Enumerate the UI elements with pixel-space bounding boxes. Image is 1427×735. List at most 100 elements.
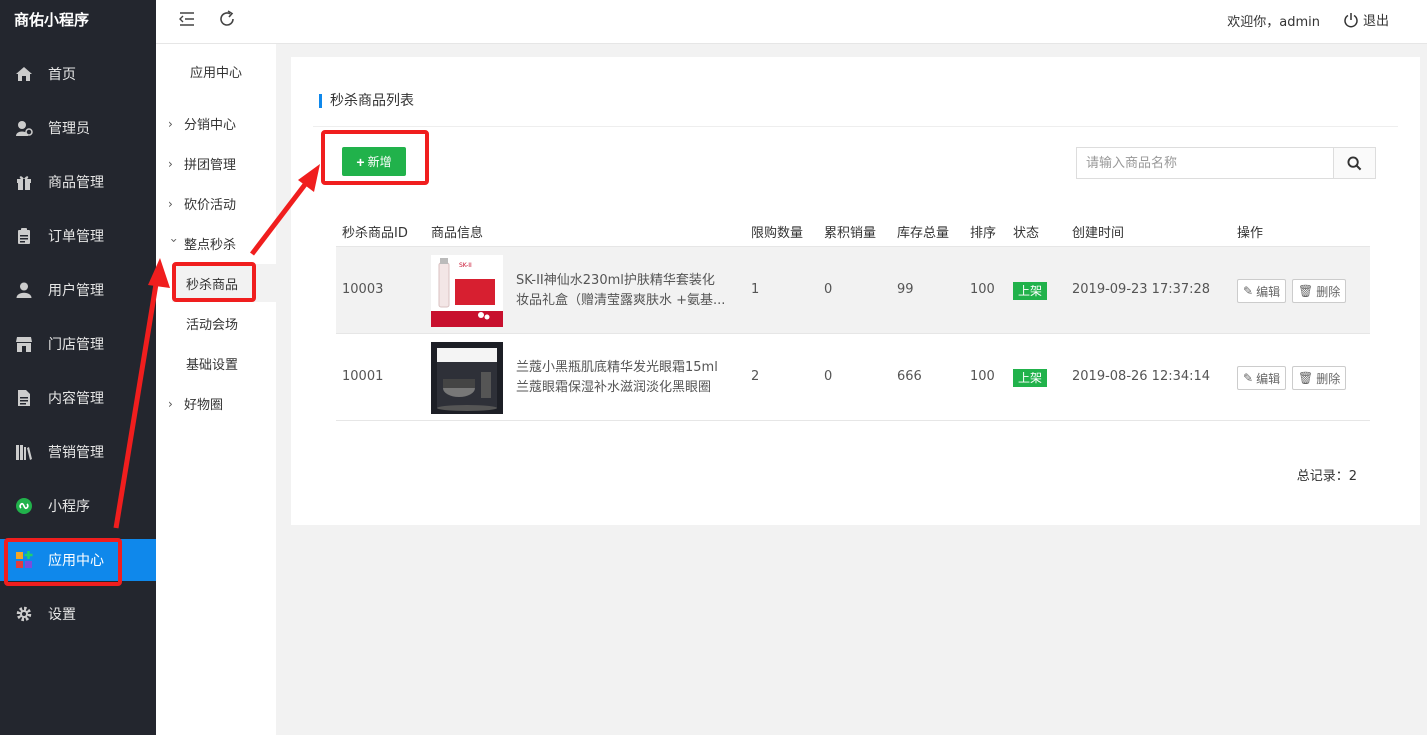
annotation-box-add-button <box>321 130 429 185</box>
sidebar-item-label: 设置 <box>48 607 76 623</box>
table-header: 秒杀商品ID 商品信息 限购数量 累积销量 库存总量 排序 状态 创建时间 操作 <box>336 214 1370 247</box>
submenu-item-bargain[interactable]: › 砍价活动 <box>168 194 237 214</box>
sidebar-item-label: 门店管理 <box>48 337 104 353</box>
flash-goods-table: 秒杀商品ID 商品信息 限购数量 累积销量 库存总量 排序 状态 创建时间 操作… <box>336 214 1370 421</box>
books-icon <box>0 443 48 461</box>
product-thumbnail: SK-II <box>431 255 503 327</box>
cell-limit: 2 <box>751 369 760 384</box>
edit-button[interactable]: ✎ 编辑 <box>1237 279 1287 303</box>
product-name: SK-II神仙水230ml护肤精华套装化妆品礼盒（赠清莹露爽肤水 +氨基... <box>516 273 726 308</box>
annotation-box-app-center <box>4 538 122 586</box>
svg-text:SK-II: SK-II <box>459 262 472 269</box>
table-row: 10001 兰蔻小黑瓶肌底精华发光眼霜15ml 兰蔻眼霜保湿补水滋润淡化黑眼圈 … <box>336 334 1370 421</box>
submenu-title: 应用中心 <box>189 66 242 81</box>
sidebar-item-marketing[interactable]: 营销管理 <box>0 431 156 473</box>
edit-label: 编辑 <box>1256 284 1281 299</box>
sidebar-item-label: 小程序 <box>48 499 90 515</box>
sidebar-item-content[interactable]: 内容管理 <box>0 377 156 419</box>
gift-icon <box>0 173 48 191</box>
sidebar-item-admin[interactable]: 管理员 <box>0 107 156 149</box>
search-icon <box>1347 155 1362 170</box>
sidebar-item-mini-program[interactable]: 小程序 <box>0 485 156 527</box>
document-icon <box>0 389 48 407</box>
total-records: 总记录：2 <box>1296 469 1357 484</box>
col-header-id: 秒杀商品ID <box>342 226 408 241</box>
gear-icon <box>0 605 48 623</box>
chevron-down-icon: › <box>167 237 181 243</box>
sidebar-item-label: 营销管理 <box>48 445 104 461</box>
cell-sort: 100 <box>970 369 995 384</box>
cell-id: 10003 <box>342 282 384 297</box>
sidebar-item-settings[interactable]: 设置 <box>0 593 156 635</box>
submenu-item-label: 整点秒杀 <box>184 238 237 253</box>
search-input[interactable] <box>1077 148 1333 178</box>
home-icon <box>0 65 48 83</box>
app-brand: 商佑小程序 <box>14 11 90 29</box>
cell-sort: 100 <box>970 282 995 297</box>
search-box <box>1076 147 1376 179</box>
product-thumbnail <box>431 342 503 414</box>
cell-created: 2019-08-26 12:34:14 <box>1072 369 1211 384</box>
submenu-item-flash-sale[interactable]: › 整点秒杀 <box>167 234 237 254</box>
submenu-item-label: 拼团管理 <box>184 158 237 173</box>
power-icon <box>1344 12 1358 27</box>
store-icon <box>0 335 48 353</box>
logout-button[interactable]: 退出 <box>1343 10 1389 29</box>
pencil-icon: ✎ <box>1243 371 1254 385</box>
logout-label: 退出 <box>1362 14 1389 29</box>
sidebar-item-home[interactable]: 首页 <box>0 53 156 95</box>
content-card: 秒杀商品列表 + 新增 秒杀商品ID 商品信息 限购数量 累积销量 库存总量 排… <box>291 57 1420 525</box>
chevron-right-icon: › <box>168 156 173 171</box>
col-header-sales: 累积销量 <box>824 226 877 241</box>
trash-icon: 🗑 <box>1298 284 1314 298</box>
page-title: 秒杀商品列表 <box>319 94 414 108</box>
mini-program-icon <box>0 497 48 515</box>
menu-collapse-icon[interactable] <box>178 10 196 28</box>
sidebar-item-label: 首页 <box>48 67 76 83</box>
annotation-box-flash-goods <box>172 262 256 302</box>
user-icon <box>0 281 48 299</box>
submenu-item-label: 好物圈 <box>184 398 224 413</box>
chevron-right-icon: › <box>168 196 173 211</box>
sidebar-item-goods[interactable]: 商品管理 <box>0 161 156 203</box>
chevron-right-icon: › <box>168 116 173 131</box>
title-divider <box>313 126 1398 127</box>
sidebar-item-label: 订单管理 <box>48 229 104 245</box>
submenu-item-label: 砍价活动 <box>184 198 237 213</box>
status-badge: 上架 <box>1013 282 1048 300</box>
product-name: 兰蔻小黑瓶肌底精华发光眼霜15ml 兰蔻眼霜保湿补水滋润淡化黑眼圈 <box>516 360 718 395</box>
admin-user-icon <box>0 119 48 137</box>
cell-id: 10001 <box>342 369 384 384</box>
pencil-icon: ✎ <box>1243 284 1254 298</box>
sidebar-item-label: 管理员 <box>48 121 90 137</box>
chevron-right-icon: › <box>168 396 173 411</box>
table-row: 10003 SK-II SK-II神仙水230ml护肤精华套装化妆品礼盒（赠清莹… <box>336 247 1370 334</box>
trash-icon: 🗑 <box>1298 371 1314 385</box>
welcome-text: 欢迎你，admin <box>1227 15 1320 30</box>
delete-label: 删除 <box>1316 284 1341 299</box>
search-button[interactable] <box>1333 148 1375 178</box>
col-header-actions: 操作 <box>1237 226 1264 241</box>
col-header-created: 创建时间 <box>1072 226 1125 241</box>
sidebar-item-users[interactable]: 用户管理 <box>0 269 156 311</box>
status-badge: 上架 <box>1013 369 1048 387</box>
edit-button[interactable]: ✎ 编辑 <box>1237 366 1287 390</box>
submenu-child-activity-venue[interactable]: 活动会场 <box>186 314 238 333</box>
main-sidebar: 商佑小程序 首页 管理员 商品管理 订单管理 用户管理 门店管理 内容管理 营销… <box>0 0 156 735</box>
sidebar-item-stores[interactable]: 门店管理 <box>0 323 156 365</box>
submenu-item-good-circle[interactable]: › 好物圈 <box>168 394 224 414</box>
clipboard-icon <box>0 227 48 245</box>
cell-stock: 666 <box>897 369 922 384</box>
top-header: 欢迎你，admin 退出 <box>156 0 1427 44</box>
delete-button[interactable]: 🗑 删除 <box>1292 366 1347 390</box>
sidebar-item-orders[interactable]: 订单管理 <box>0 215 156 257</box>
submenu-item-group-buy[interactable]: › 拼团管理 <box>168 154 237 174</box>
sidebar-item-label: 用户管理 <box>48 283 104 299</box>
refresh-icon[interactable] <box>218 10 236 28</box>
delete-button[interactable]: 🗑 删除 <box>1292 279 1347 303</box>
submenu-item-distribution[interactable]: › 分销中心 <box>168 114 236 134</box>
col-header-stock: 库存总量 <box>897 226 950 241</box>
cell-sales: 0 <box>824 282 833 297</box>
submenu-child-basic-settings[interactable]: 基础设置 <box>186 354 238 373</box>
delete-label: 删除 <box>1316 371 1341 386</box>
